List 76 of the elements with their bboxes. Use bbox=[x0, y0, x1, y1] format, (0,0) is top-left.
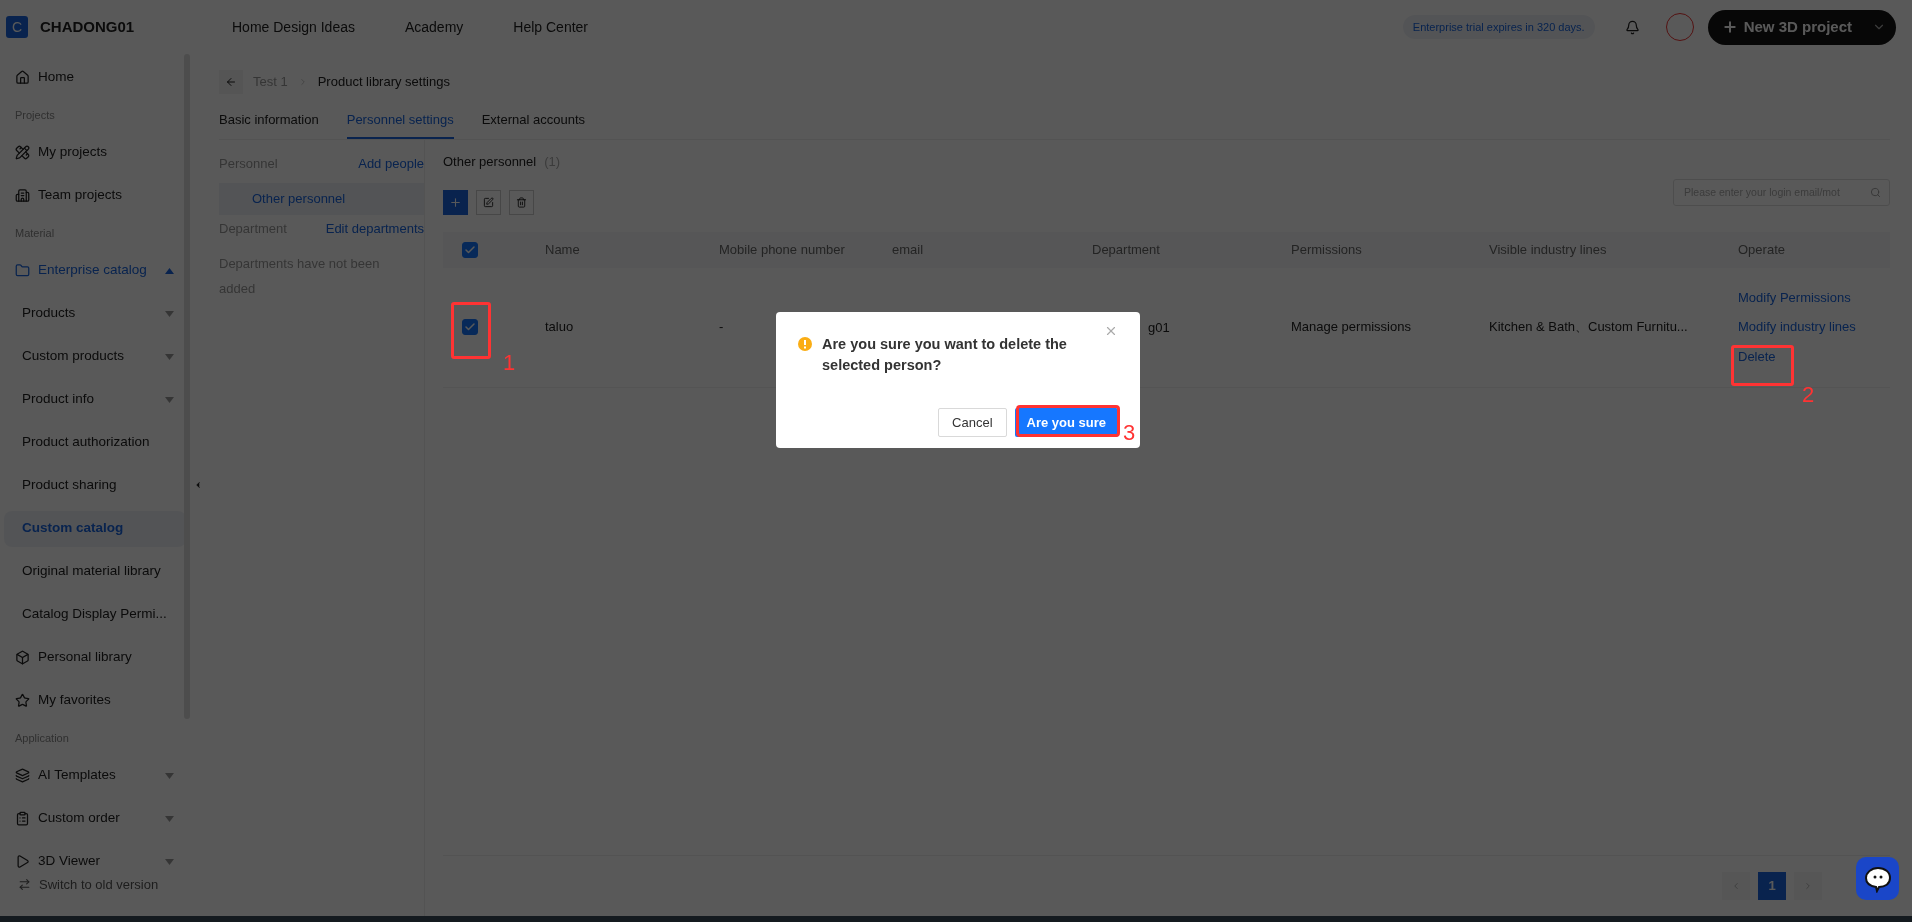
sidebar-item[interactable]: Custom products bbox=[4, 338, 186, 375]
sidebar-item[interactable]: Custom order bbox=[4, 800, 186, 837]
tab[interactable]: Basic information bbox=[219, 110, 319, 139]
annotation-box bbox=[1731, 345, 1794, 386]
edit-icon bbox=[483, 196, 494, 208]
sidebar-item[interactable]: Custom catalog bbox=[4, 510, 186, 547]
annotation-number: 2 bbox=[1802, 384, 1815, 406]
new-project-button[interactable]: New 3D project bbox=[1707, 9, 1896, 45]
sidebar-item[interactable]: My projects bbox=[4, 134, 186, 171]
check-icon bbox=[464, 243, 476, 256]
table-cell-text: Kitchen & Bath、Custom Furnitu... bbox=[1489, 318, 1689, 337]
annotation-box bbox=[451, 302, 491, 359]
chat-button[interactable] bbox=[1856, 857, 1899, 900]
plus-icon bbox=[1721, 19, 1738, 35]
sidebar-item-icon bbox=[15, 811, 30, 826]
sidebar-item-icon bbox=[15, 650, 30, 665]
plus-icon bbox=[449, 195, 462, 209]
edit-departments-link[interactable]: Edit departments bbox=[325, 218, 424, 239]
annotation-number: 1 bbox=[503, 352, 516, 374]
tab[interactable]: Personnel settings bbox=[346, 110, 454, 139]
add-people-link[interactable]: Add people bbox=[358, 153, 424, 174]
sidebar-item[interactable]: Product info bbox=[4, 381, 186, 418]
action-link[interactable]: Delete bbox=[1738, 346, 1776, 367]
sidebar-item[interactable]: Team projects bbox=[4, 177, 186, 214]
page-button[interactable]: 1 bbox=[1758, 872, 1786, 900]
sidebar-item[interactable]: Enterprise catalog bbox=[4, 252, 186, 289]
tab[interactable]: External accounts bbox=[481, 110, 585, 139]
action-link[interactable]: Modify industry lines bbox=[1738, 317, 1856, 337]
nav-link[interactable]: Help Center bbox=[513, 16, 588, 38]
back-button[interactable] bbox=[219, 70, 243, 94]
warning-icon bbox=[798, 337, 812, 351]
sidebar-item[interactable]: My favorites bbox=[4, 682, 186, 719]
table-cell: g01 bbox=[1148, 320, 1170, 335]
dialog-message: Are you sure you want to delete the selected person? bbox=[822, 335, 1068, 375]
add-button[interactable] bbox=[443, 189, 468, 215]
sidebar-item[interactable]: Personal library bbox=[4, 639, 186, 676]
sidebar-item-icon bbox=[15, 768, 30, 783]
sidebar-item-icon bbox=[15, 70, 30, 85]
table-cell-text: taluo bbox=[545, 318, 575, 337]
edit-button[interactable] bbox=[476, 189, 501, 215]
notification-icon[interactable] bbox=[1624, 19, 1640, 35]
check-icon bbox=[464, 321, 476, 333]
search-icon bbox=[1870, 186, 1881, 198]
sidebar-item[interactable]: Original material library bbox=[4, 553, 186, 590]
breadcrumb-current: Product library settings bbox=[317, 73, 450, 92]
sidebar-item-icon bbox=[15, 263, 30, 278]
sidebar-item-icon bbox=[15, 145, 30, 160]
swap-icon bbox=[18, 878, 31, 892]
list-title: Other personnel bbox=[443, 152, 537, 171]
back-arrow-icon bbox=[225, 76, 237, 88]
close-icon[interactable] bbox=[1104, 324, 1118, 338]
sidebar-item-icon bbox=[15, 188, 30, 203]
chat-bubble-icon bbox=[1862, 864, 1893, 893]
personnel-group[interactable]: Other personnel bbox=[219, 182, 424, 215]
action-link[interactable]: Modify Permissions bbox=[1738, 287, 1851, 308]
sidebar-item[interactable]: Product sharing bbox=[4, 467, 186, 504]
table-cell-text: - bbox=[719, 318, 725, 337]
sidebar-item[interactable]: AI Templates bbox=[4, 757, 186, 794]
logo: C bbox=[6, 16, 28, 38]
checkbox[interactable] bbox=[462, 319, 478, 335]
trash-icon bbox=[516, 196, 527, 208]
nav-link[interactable]: Academy bbox=[404, 16, 464, 38]
nav-link[interactable]: Home Design Ideas bbox=[232, 16, 355, 38]
sidebar-item[interactable]: Catalog Display Permi... bbox=[4, 596, 186, 633]
sidebar-item[interactable]: Home bbox=[4, 59, 186, 96]
cancel-button[interactable]: Cancel bbox=[938, 408, 1007, 437]
brand-name: CHADONG01 bbox=[40, 16, 136, 37]
sidebar-item[interactable]: Products bbox=[4, 295, 186, 332]
table-cell-text: Manage permissions bbox=[1291, 318, 1412, 337]
checkbox[interactable] bbox=[462, 241, 478, 258]
trial-notice: Enterprise trial expires in 320 days. bbox=[1402, 14, 1595, 40]
sidebar-item-icon bbox=[15, 854, 30, 869]
sidebar-item-icon bbox=[15, 693, 30, 708]
annotation-number: 3 bbox=[1123, 422, 1136, 444]
sidebar-item[interactable]: Product authorization bbox=[4, 424, 186, 461]
delete-button[interactable] bbox=[509, 189, 534, 215]
